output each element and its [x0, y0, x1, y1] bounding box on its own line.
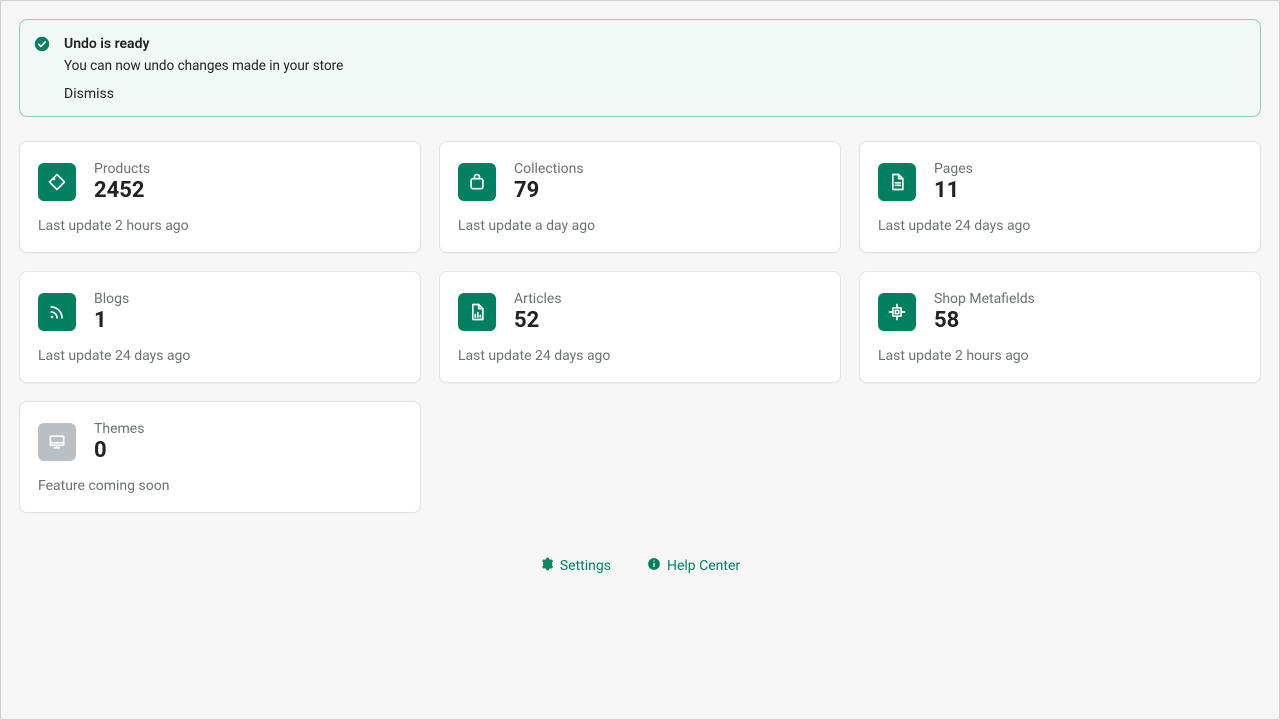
page-icon — [878, 163, 916, 201]
dismiss-button[interactable]: Dismiss — [64, 86, 114, 102]
monitor-icon — [38, 423, 76, 461]
card-footer: Last update a day ago — [458, 218, 822, 234]
card-title: Blogs — [94, 290, 129, 308]
link-label: Help Center — [667, 558, 740, 574]
dashboard-page: Undo is ready You can now undo changes m… — [1, 1, 1279, 593]
card-count: 79 — [514, 178, 584, 204]
card-title: Products — [94, 160, 150, 178]
card-themes[interactable]: Themes 0 Feature coming soon — [19, 401, 421, 513]
rss-icon — [38, 293, 76, 331]
cards-grid: Products 2452 Last update 2 hours ago Co… — [19, 141, 1261, 513]
document-icon — [458, 293, 496, 331]
card-title: Articles — [514, 290, 562, 308]
card-footer: Last update 2 hours ago — [38, 218, 402, 234]
info-icon — [647, 557, 661, 575]
card-count: 0 — [94, 438, 144, 464]
card-footer: Last update 24 days ago — [878, 218, 1242, 234]
undo-ready-banner: Undo is ready You can now undo changes m… — [19, 19, 1261, 117]
card-metafields[interactable]: Shop Metafields 58 Last update 2 hours a… — [859, 271, 1261, 383]
banner-title: Undo is ready — [64, 34, 1242, 54]
card-articles[interactable]: Articles 52 Last update 24 days ago — [439, 271, 841, 383]
card-count: 58 — [934, 308, 1035, 334]
card-footer: Feature coming soon — [38, 478, 402, 494]
card-count: 1 — [94, 308, 129, 334]
settings-link[interactable]: Settings — [540, 557, 611, 575]
card-blogs[interactable]: Blogs 1 Last update 24 days ago — [19, 271, 421, 383]
card-count: 11 — [934, 178, 973, 204]
card-title: Pages — [934, 160, 973, 178]
card-title: Themes — [94, 420, 144, 438]
card-title: Shop Metafields — [934, 290, 1035, 308]
gear-icon — [540, 557, 554, 575]
card-title: Collections — [514, 160, 584, 178]
card-footer: Last update 24 days ago — [38, 348, 402, 364]
tag-icon — [38, 163, 76, 201]
card-footer: Last update 2 hours ago — [878, 348, 1242, 364]
card-pages[interactable]: Pages 11 Last update 24 days ago — [859, 141, 1261, 253]
card-products[interactable]: Products 2452 Last update 2 hours ago — [19, 141, 421, 253]
chip-icon — [878, 293, 916, 331]
bag-icon — [458, 163, 496, 201]
banner-description: You can now undo changes made in your st… — [64, 58, 1242, 74]
card-count: 52 — [514, 308, 562, 334]
card-footer: Last update 24 days ago — [458, 348, 822, 364]
footer-links: Settings Help Center — [19, 557, 1261, 575]
link-label: Settings — [560, 558, 611, 574]
check-circle-icon — [34, 36, 50, 52]
card-count: 2452 — [94, 178, 150, 204]
card-collections[interactable]: Collections 79 Last update a day ago — [439, 141, 841, 253]
help-center-link[interactable]: Help Center — [647, 557, 740, 575]
